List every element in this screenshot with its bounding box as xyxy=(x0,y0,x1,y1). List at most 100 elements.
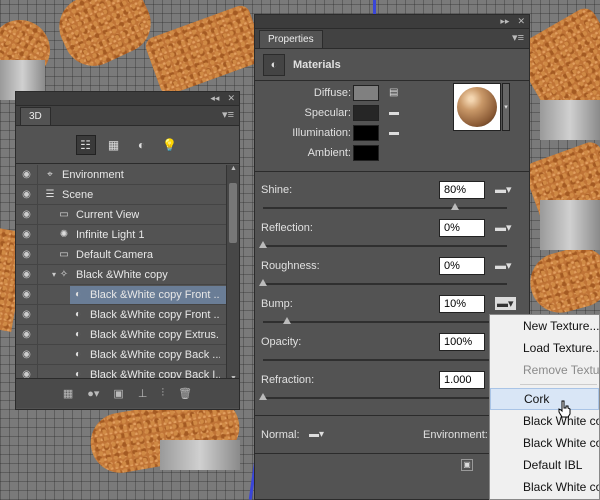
specular-row: Specular: xyxy=(255,103,355,123)
texture-folder-icon[interactable]: ▬▾ xyxy=(495,183,512,196)
light-icon: ✺ xyxy=(59,229,69,240)
menu-item[interactable]: Black White co xyxy=(490,410,599,432)
layer-row[interactable]: ◉ ◐ Black &White copy Front ... xyxy=(16,305,226,325)
slider-track[interactable] xyxy=(263,397,507,399)
menu-item[interactable]: Black White co xyxy=(490,476,599,498)
slider-value-input[interactable]: 100% xyxy=(439,333,485,351)
layer-label: Black &White copy Back ... xyxy=(90,348,220,361)
visibility-eye-icon[interactable]: ◉ xyxy=(16,345,38,364)
menu-item[interactable]: Cork xyxy=(490,388,599,410)
split-icon[interactable]: ⫶ xyxy=(161,387,164,400)
slider-value-input[interactable]: 0% xyxy=(439,257,485,275)
slider-value-input[interactable]: 0% xyxy=(439,219,485,237)
scroll-up-icon[interactable]: ▲ xyxy=(227,165,240,175)
slider-track[interactable] xyxy=(263,207,507,209)
tab-row: 3D ▾≡ xyxy=(16,106,239,126)
slider-thumb[interactable] xyxy=(283,317,292,324)
layer-label: Black &White copy Extrus... xyxy=(90,328,220,341)
folder-icon[interactable]: ▬ xyxy=(389,127,403,139)
ambient-label: Ambient: xyxy=(307,147,351,159)
extrusion-shape xyxy=(160,440,240,470)
ground-icon[interactable]: ⊥ xyxy=(138,387,148,400)
extrusion-shape xyxy=(540,100,600,140)
slider-track[interactable] xyxy=(263,321,507,323)
texture-folder-icon[interactable]: ▬▾ xyxy=(495,297,516,310)
tab-3d[interactable]: 3D xyxy=(20,107,51,125)
render-icon[interactable]: ▣ xyxy=(113,387,123,400)
layer-row[interactable]: ◉ ✺ Infinite Light 1 xyxy=(16,225,226,245)
render-icon[interactable]: ▣ xyxy=(461,459,473,471)
add-mesh-icon[interactable]: ▦ xyxy=(63,387,73,400)
panel-menu-icon[interactable]: ▾≡ xyxy=(222,108,239,125)
visibility-eye-icon[interactable]: ◉ xyxy=(16,305,38,324)
double-chevron-right-icon[interactable]: ▸▸ xyxy=(500,16,509,27)
layer-row[interactable]: ◉ ◐ Black &White copy Extrus... xyxy=(16,325,226,345)
folder-icon[interactable]: ▬ xyxy=(389,107,403,119)
mesh-filter-icon[interactable]: ▦ xyxy=(104,135,124,155)
menu-item[interactable]: Load Texture... xyxy=(490,337,599,359)
ambient-color-swatch[interactable] xyxy=(353,145,379,161)
camera-icon: ▭ xyxy=(59,249,69,260)
close-icon[interactable]: ✕ xyxy=(227,93,235,104)
trash-icon[interactable]: 🗑 xyxy=(178,387,192,400)
layer-row[interactable]: ◉ ◐ Black &White copy Back ... xyxy=(16,345,226,365)
layer-row[interactable]: ◉ ▭ Current View xyxy=(16,205,226,225)
slider-track[interactable] xyxy=(263,245,507,247)
layer-row[interactable]: ◉ ☰ Scene xyxy=(16,185,226,205)
visibility-eye-icon[interactable]: ◉ xyxy=(16,245,38,264)
layer-row[interactable]: ◉ ▭ Default Camera xyxy=(16,245,226,265)
layer-row[interactable]: ◉ ▾ ✧ Black &White copy xyxy=(16,265,226,285)
scroll-thumb[interactable] xyxy=(229,183,237,243)
specular-color-swatch[interactable] xyxy=(353,105,379,121)
layer-row[interactable]: ◉ ⌖ Environment xyxy=(16,165,226,185)
material-preview[interactable] xyxy=(453,83,501,131)
add-light-icon[interactable]: ●▾ xyxy=(87,387,99,400)
menu-item[interactable]: Black White co xyxy=(490,432,599,454)
double-chevron-left-icon[interactable]: ◂◂ xyxy=(210,93,219,104)
slider-value-input[interactable]: 1.000 xyxy=(439,371,485,389)
slider-track[interactable] xyxy=(263,359,507,361)
texture-folder-icon[interactable]: ▬▾ xyxy=(495,259,512,272)
illumination-row: Illumination: xyxy=(255,123,355,143)
material-filter-icon[interactable]: ◐ xyxy=(132,135,152,155)
slider-thumb[interactable] xyxy=(259,393,267,400)
texture-context-menu: New Texture... Load Texture... Remove Text… xyxy=(489,314,600,500)
layer-label-wrap: ✧ Black &White copy xyxy=(56,266,226,284)
texture-edit-icon[interactable]: ▤ xyxy=(389,87,403,99)
layer-scrollbar[interactable]: ▲ ▼ xyxy=(226,165,239,385)
visibility-eye-icon[interactable]: ◉ xyxy=(16,185,38,204)
layer-row[interactable]: ◉ ◐ Black &White copy Front ... xyxy=(16,285,226,305)
visibility-eye-icon[interactable]: ◉ xyxy=(16,265,38,284)
slider-thumb[interactable] xyxy=(451,203,459,210)
light-filter-icon[interactable]: 💡 xyxy=(160,135,180,155)
close-icon[interactable]: ✕ xyxy=(517,16,525,27)
cork-letter-shape xyxy=(49,0,161,76)
normal-folder-icon[interactable]: ▬▾ xyxy=(309,429,324,441)
scene-filter-icon[interactable]: ☷ xyxy=(75,134,96,155)
specular-label: Specular: xyxy=(304,107,351,119)
extrusion-shape xyxy=(540,200,600,250)
ambient-row: Ambient: xyxy=(255,143,355,163)
slider-label: Reflection: xyxy=(261,222,313,234)
visibility-eye-icon[interactable]: ◉ xyxy=(16,285,38,304)
texture-folder-icon[interactable]: ▬▾ xyxy=(495,221,512,234)
visibility-eye-icon[interactable]: ◉ xyxy=(16,165,38,184)
slider-value-input[interactable]: 80% xyxy=(439,181,485,199)
diffuse-label: Diffuse: xyxy=(313,87,351,99)
menu-item[interactable]: New Texture... xyxy=(490,315,599,337)
slider-thumb[interactable] xyxy=(259,279,267,286)
illumination-color-swatch[interactable] xyxy=(353,125,379,141)
material-picker-dropdown-icon[interactable]: ▾ xyxy=(502,83,510,131)
visibility-eye-icon[interactable]: ◉ xyxy=(16,325,38,344)
visibility-eye-icon[interactable]: ◉ xyxy=(16,205,38,224)
visibility-eye-icon[interactable]: ◉ xyxy=(16,225,38,244)
diffuse-color-swatch[interactable] xyxy=(353,85,379,101)
panel-menu-icon[interactable]: ▾≡ xyxy=(512,31,529,48)
slider-thumb[interactable] xyxy=(259,241,267,248)
filter-toolbar: ☷ ▦ ◐ 💡 xyxy=(16,126,239,164)
slider-track[interactable] xyxy=(263,283,507,285)
slider-value-input[interactable]: 10% xyxy=(439,295,485,313)
material-icon: ◐ xyxy=(263,53,285,76)
tab-properties[interactable]: Properties xyxy=(259,30,323,48)
menu-item[interactable]: Default IBL xyxy=(490,454,599,476)
